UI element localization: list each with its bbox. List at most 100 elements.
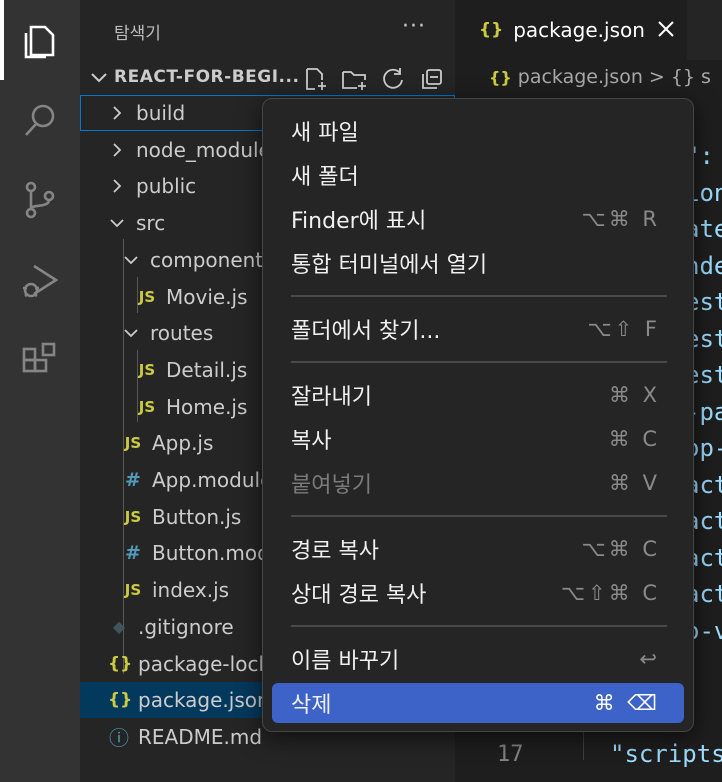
- css-file-icon: #: [125, 542, 141, 565]
- menu-item-label: 이름 바꾸기: [291, 649, 400, 674]
- breadcrumb-separator: >: [648, 66, 665, 88]
- extensions-icon[interactable]: [0, 320, 80, 400]
- info-file-icon: ⓘ: [109, 726, 129, 751]
- explorer-icon[interactable]: [0, 0, 80, 80]
- tree-item-label: node_modules: [136, 137, 282, 162]
- menu-item-label: Finder에 표시: [291, 209, 427, 234]
- menu-item-copy[interactable]: 복사 ⌘ C: [272, 419, 684, 459]
- menu-item-paste: 붙여넣기 ⌘ V: [272, 463, 684, 503]
- search-icon[interactable]: [0, 80, 80, 160]
- line-number: 17: [497, 742, 524, 767]
- run-debug-icon[interactable]: [0, 240, 80, 320]
- js-file-icon: JS: [138, 397, 156, 416]
- menu-separator: [291, 295, 667, 297]
- menu-item-shortcut: ↩: [639, 647, 660, 671]
- project-header[interactable]: REACT-FOR-BEGI...: [80, 60, 455, 94]
- js-file-icon: JS: [138, 287, 156, 306]
- css-file-icon: #: [125, 469, 141, 491]
- menu-item-shortcut: ⌥⌘ C: [581, 537, 660, 561]
- menu-item-shortcut: ⌘ ⌫: [593, 691, 660, 715]
- json-icon: {}: [489, 67, 512, 87]
- tree-item-label: src: [136, 211, 166, 236]
- menu-item-label: 통합 터미널에서 열기: [291, 253, 488, 278]
- chevron-down-icon: [110, 219, 124, 228]
- tree-item-label: index.js: [152, 578, 230, 603]
- menu-separator: [291, 361, 667, 363]
- tab-label: package.json: [513, 18, 645, 42]
- menu-item-label: 상대 경로 복사: [291, 583, 427, 608]
- close-icon[interactable]: [655, 18, 677, 40]
- chevron-right-icon: [113, 143, 122, 157]
- menu-item-open-in-terminal[interactable]: 통합 터미널에서 열기: [272, 243, 684, 283]
- json-file-icon: {}: [108, 653, 133, 674]
- sidebar-header: 탐색기 ···: [80, 0, 455, 60]
- menu-item-new-file[interactable]: 새 파일: [272, 111, 684, 151]
- code-line[interactable]: "scripts: [610, 740, 722, 768]
- menu-item-copy-path[interactable]: 경로 복사 ⌥⌘ C: [272, 529, 684, 569]
- new-file-icon[interactable]: [300, 64, 329, 93]
- js-file-icon: JS: [138, 360, 156, 379]
- menu-item-cut[interactable]: 잘라내기 ⌘ X: [272, 375, 684, 415]
- tree-item-label: README.md: [138, 724, 263, 749]
- menu-separator: [291, 625, 667, 627]
- chevron-right-icon: [113, 106, 122, 120]
- more-actions-icon[interactable]: ···: [402, 14, 426, 39]
- menu-item-label: 새 파일: [291, 121, 359, 146]
- chevron-down-icon: [124, 329, 138, 338]
- menu-item-shortcut: ⌥⇧ F: [587, 317, 660, 341]
- js-file-icon: JS: [124, 581, 142, 600]
- menu-item-shortcut: ⌘ C: [608, 427, 660, 451]
- activity-bar: [0, 0, 80, 782]
- menu-item-shortcut: ⌥⇧⌘ C: [560, 581, 660, 605]
- menu-item-delete[interactable]: 삭제 ⌘ ⌫: [272, 683, 684, 723]
- collapse-all-icon[interactable]: [417, 64, 446, 93]
- menu-item-label: 붙여넣기: [291, 473, 372, 498]
- tab-package-json[interactable]: {} package.json: [455, 0, 687, 60]
- menu-separator: [291, 515, 667, 517]
- menu-item-rename[interactable]: 이름 바꾸기 ↩: [272, 639, 684, 679]
- menu-item-shortcut: ⌥⌘ R: [581, 207, 660, 231]
- breadcrumb: {} package.json > {} s: [489, 64, 711, 90]
- menu-item-shortcut: ⌘ X: [608, 383, 660, 407]
- tree-item-label: components: [150, 247, 274, 272]
- menu-item-shortcut: ⌘ V: [608, 471, 660, 495]
- chevron-right-icon: [113, 179, 122, 194]
- menu-item-new-folder[interactable]: 새 폴더: [272, 155, 684, 195]
- tree-item-label: Button.js: [152, 504, 242, 529]
- breadcrumb-file[interactable]: package.json: [518, 66, 643, 88]
- project-actions: [300, 64, 446, 92]
- tree-item-label: build: [136, 101, 186, 125]
- json-icon: {}: [479, 20, 504, 40]
- menu-item-label: 잘라내기: [291, 385, 372, 410]
- chevron-down-icon: [124, 256, 138, 265]
- tree-item-label: Movie.js: [166, 284, 248, 309]
- breadcrumb-symbol[interactable]: {} s: [671, 66, 711, 88]
- menu-item-label: 새 폴더: [291, 165, 359, 190]
- project-name: REACT-FOR-BEGI...: [114, 67, 300, 87]
- menu-item-reveal-in-finder[interactable]: Finder에 표시 ⌥⌘ R: [272, 199, 684, 239]
- tree-item-label: Home.js: [166, 394, 248, 419]
- js-file-icon: JS: [124, 507, 142, 526]
- tab-bar: {} package.json: [455, 0, 722, 60]
- context-menu: 새 파일새 폴더 Finder에 표시 ⌥⌘ R 통합 터미널에서 열기폴더에서 찾기…: [262, 98, 694, 732]
- source-control-icon[interactable]: [0, 160, 80, 240]
- menu-item-copy-relative-path[interactable]: 상대 경로 복사 ⌥⇧⌘ C: [272, 573, 684, 613]
- menu-item-label: 삭제: [291, 693, 332, 718]
- tree-item-label: Detail.js: [166, 357, 248, 382]
- tree-item-label: package.json: [138, 688, 270, 713]
- tree-item-label: public: [136, 174, 197, 199]
- menu-item-label: 경로 복사: [291, 539, 379, 564]
- menu-item-find-in-folder[interactable]: 폴더에서 찾기... ⌥⇧ F: [272, 309, 684, 349]
- json-file-icon: {}: [108, 690, 133, 711]
- tree-item-label: .gitignore: [138, 614, 234, 639]
- menu-item-label: 폴더에서 찾기...: [291, 319, 441, 344]
- refresh-icon[interactable]: [378, 64, 407, 93]
- sidebar-title: 탐색기: [114, 24, 161, 44]
- git-file-icon: ◆: [112, 617, 126, 637]
- tree-item-label: routes: [150, 321, 214, 346]
- new-folder-icon[interactable]: [339, 64, 368, 93]
- tree-item-label: App.js: [152, 431, 214, 456]
- menu-item-label: 복사: [291, 429, 332, 454]
- js-file-icon: JS: [124, 434, 142, 453]
- chevron-down-icon: [91, 73, 107, 83]
